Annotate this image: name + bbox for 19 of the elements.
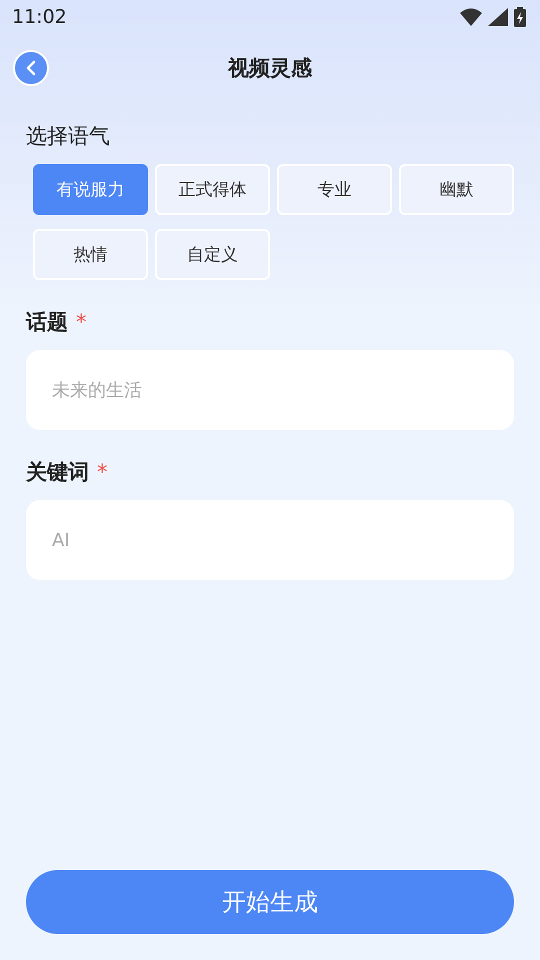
battery-icon (514, 7, 526, 27)
field-label: 话题 (26, 309, 68, 336)
field-label: 关键词 (26, 459, 89, 486)
page-title: 视频灵感 (228, 55, 312, 82)
input-field[interactable]: AI (26, 500, 514, 580)
tone-chip[interactable]: 专业 (277, 164, 392, 215)
input-field[interactable]: 未来的生活 (26, 350, 514, 430)
chevron-left-icon (25, 60, 37, 76)
required-mark: * (97, 460, 108, 484)
tone-chip[interactable]: 幽默 (399, 164, 514, 215)
signal-icon (488, 8, 508, 26)
tone-chip[interactable]: 自定义 (155, 229, 270, 280)
tone-chip[interactable]: 热情 (33, 229, 148, 280)
required-mark: * (76, 310, 86, 334)
tone-chip[interactable]: 正式得体 (155, 164, 270, 215)
status-time: 11:02 (12, 6, 67, 28)
back-button[interactable] (13, 50, 49, 86)
section-label: 选择语气 (26, 123, 110, 150)
wifi-icon (460, 8, 482, 26)
